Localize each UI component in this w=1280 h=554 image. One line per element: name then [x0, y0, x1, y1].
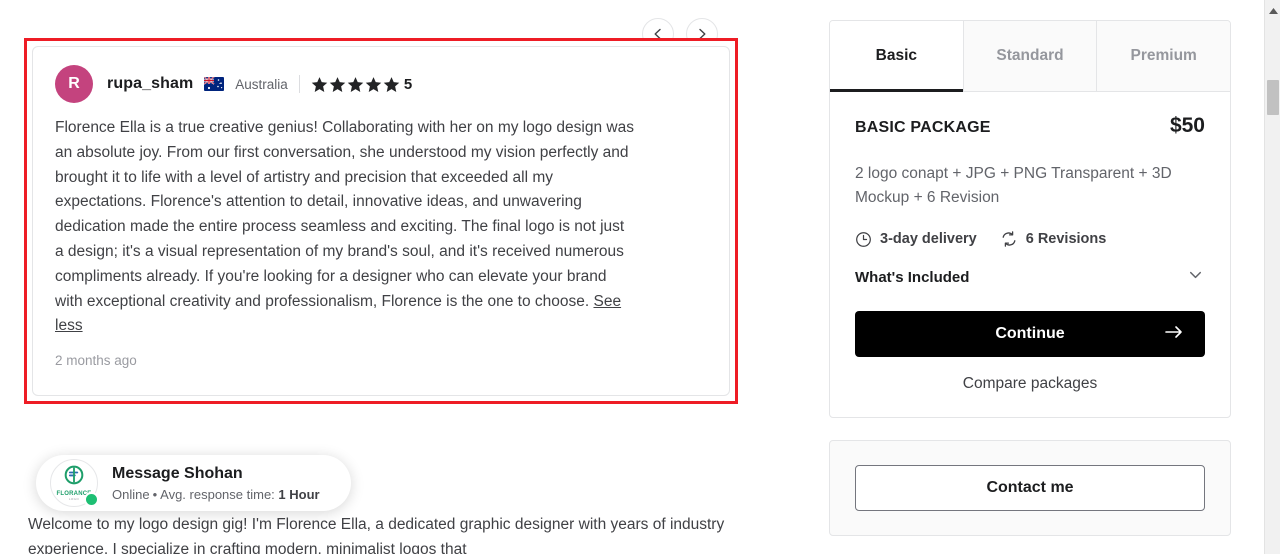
- package-description: 2 logo conapt + JPG + PNG Transparent + …: [855, 165, 1172, 206]
- florance-logo-subtext: LOGO: [68, 497, 80, 501]
- online-status-dot: [84, 492, 99, 507]
- message-widget-text: Message Shohan Online • Avg. response time…: [112, 464, 320, 503]
- package-price: $50: [1169, 114, 1205, 137]
- star-icon: [383, 76, 400, 93]
- review-text-content: Florence Ella is a true creative genius!…: [55, 119, 634, 310]
- package-header: BASIC PACKAGE $50: [855, 114, 1205, 138]
- star-icon: [311, 76, 328, 93]
- contact-me-button[interactable]: Contact me: [855, 465, 1205, 511]
- reviewer-meta: rupa_sham Australia 5: [107, 75, 412, 93]
- package-name: BASIC PACKAGE: [855, 119, 991, 136]
- message-seller-widget[interactable]: FLORANCE LOGO Message Shohan Online • Avg.…: [36, 455, 351, 511]
- review-date: 2 months ago: [55, 353, 137, 369]
- response-time-value: 1 Hour: [278, 486, 320, 502]
- gig-description: Welcome to my logo design gig! I'm Flore…: [28, 516, 725, 554]
- star-icon: [365, 76, 382, 93]
- whats-included-label: What's Included: [855, 268, 970, 286]
- chevron-down-icon: [1186, 265, 1205, 289]
- clock-icon: [855, 231, 872, 248]
- online-label: Online: [112, 486, 150, 502]
- australia-flag-icon: [204, 77, 225, 91]
- package-panel: Basic Standard Premium BASIC PACKAGE $50…: [829, 20, 1231, 418]
- message-seller-status: Online • Avg. response time: 1 Hour: [112, 486, 320, 503]
- scrollbar-thumb[interactable]: [1267, 80, 1279, 115]
- whats-included-toggle[interactable]: What's Included: [855, 265, 1205, 289]
- star-icon: [347, 76, 364, 93]
- compare-packages-link[interactable]: Compare packages: [855, 375, 1205, 393]
- refresh-icon: [1000, 230, 1018, 248]
- tab-premium[interactable]: Premium: [1097, 21, 1230, 91]
- seller-avatar-wrap: FLORANCE LOGO: [50, 459, 99, 507]
- review-header: R rupa_sham Australia 5: [55, 65, 707, 103]
- status-separator: •: [152, 486, 158, 502]
- florance-logo-icon: [64, 465, 84, 490]
- star-rating: 5: [311, 76, 412, 93]
- package-body: BASIC PACKAGE $50 2 logo conapt + JPG + …: [830, 92, 1230, 417]
- continue-label: Continue: [995, 325, 1065, 342]
- revisions-info: 6 Revisions: [1000, 230, 1107, 248]
- arrow-right-icon: [1165, 325, 1183, 344]
- response-time-prefix: Avg. response time:: [160, 486, 279, 502]
- contact-panel: Contact me: [829, 440, 1231, 536]
- message-seller-title: Message Shohan: [112, 464, 243, 482]
- package-sidebar: Basic Standard Premium BASIC PACKAGE $50…: [829, 20, 1231, 536]
- package-meta: 3-day delivery 6 Revisions: [855, 230, 1205, 248]
- star-icon: [329, 76, 346, 93]
- continue-button[interactable]: Continue: [855, 311, 1205, 357]
- tab-basic[interactable]: Basic: [830, 21, 964, 92]
- divider: [298, 75, 300, 93]
- revisions-label: 6 Revisions: [1025, 231, 1107, 247]
- page-scrollbar[interactable]: [1264, 0, 1280, 554]
- package-tabs: Basic Standard Premium: [830, 21, 1230, 92]
- rating-value: 5: [403, 75, 413, 93]
- review-text: Florence Ella is a true creative genius!…: [55, 116, 635, 339]
- gig-page: R rupa_sham Australia 5 Florence Ella is…: [0, 0, 1280, 554]
- avatar: R: [55, 65, 93, 103]
- delivery-info: 3-day delivery: [855, 231, 977, 248]
- delivery-label: 3-day delivery: [880, 231, 977, 247]
- reviewer-name: rupa_sham: [107, 75, 194, 92]
- review-highlight-frame: R rupa_sham Australia 5 Florence Ella is…: [24, 38, 738, 404]
- scroll-up-arrow-icon[interactable]: [1265, 4, 1280, 18]
- reviewer-country: Australia: [235, 76, 288, 92]
- review-card: R rupa_sham Australia 5 Florence Ella is…: [32, 46, 730, 396]
- reviews-column: R rupa_sham Australia 5 Florence Ella is…: [0, 0, 760, 554]
- tab-standard[interactable]: Standard: [963, 21, 1098, 91]
